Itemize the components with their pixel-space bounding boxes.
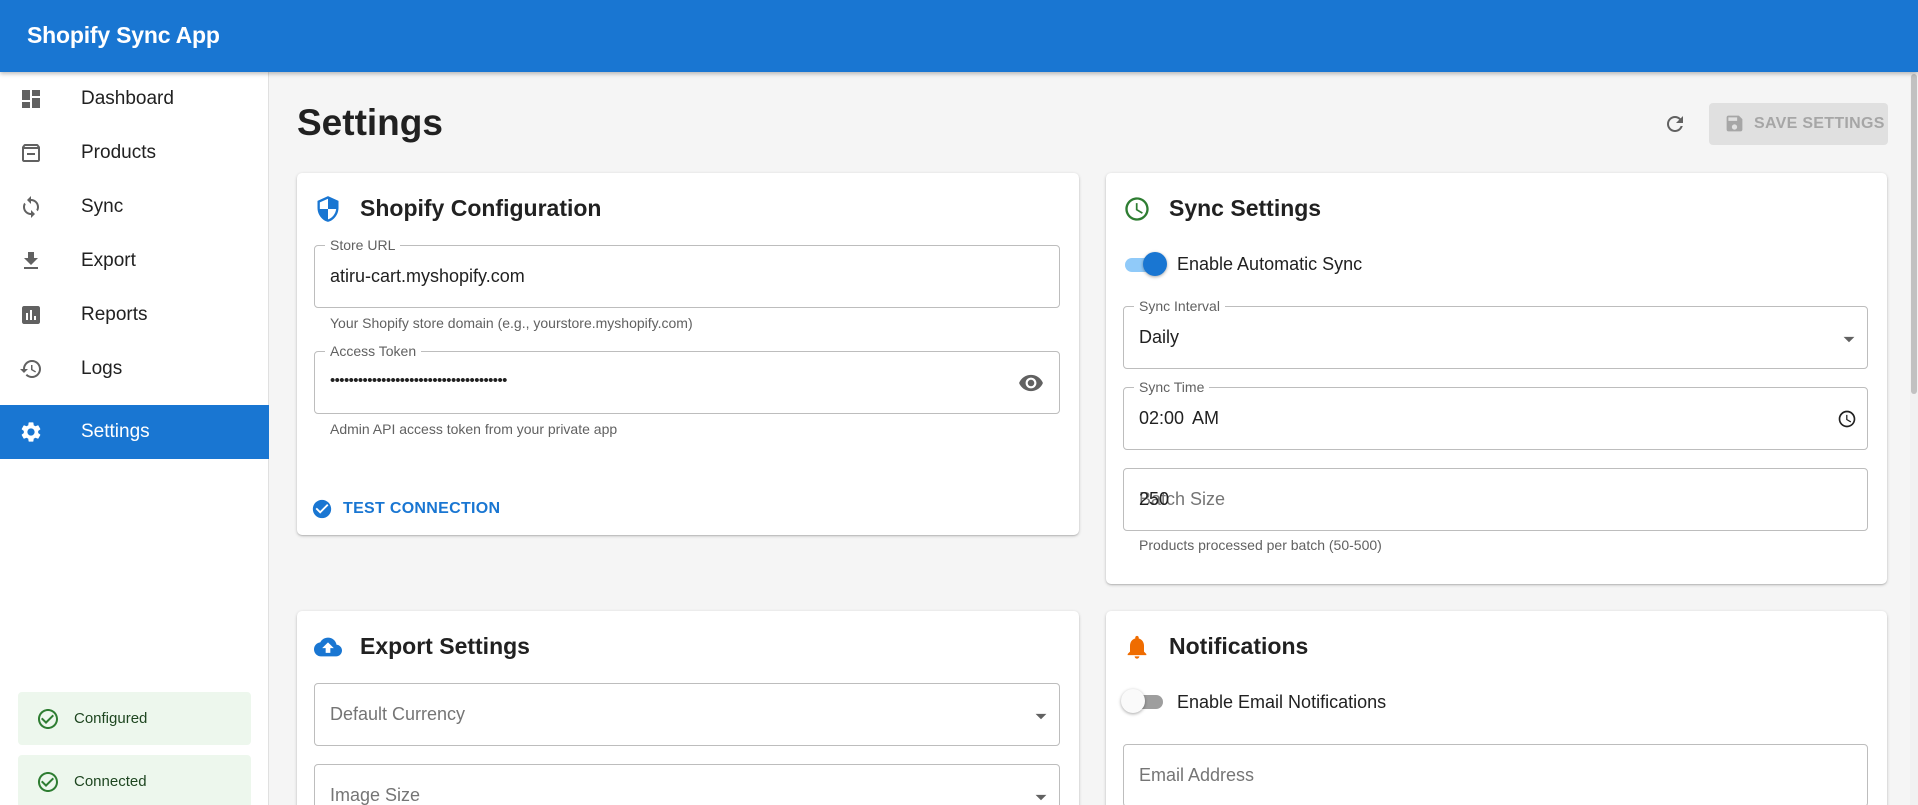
shopify-config-card: Shopify Configuration Store URL atiru-ca… [297,173,1079,535]
sidebar-item-label: Settings [81,421,150,442]
download-icon [19,249,43,273]
app-bar: Shopify Sync App [0,0,1918,72]
sidebar-item-products[interactable]: Products [0,126,269,180]
scrollbar-thumb[interactable] [1911,74,1917,394]
sidebar-item-label: Logs [81,358,123,379]
sync-time-value: 02:00 AM [1139,408,1220,428]
sync-interval-select[interactable]: Sync Interval Daily [1123,298,1868,369]
notifications-card: Notifications Enable Email Notifications… [1106,611,1887,805]
batch-size-value: 250 [1139,489,1170,509]
sidebar-item-settings[interactable]: Settings [0,405,269,459]
status-configured: Configured [18,692,251,745]
card-title: Export Settings [360,633,530,659]
store-url-field[interactable]: Store URL atiru-cart.myshopify.com [314,237,1060,308]
helper-text: Admin API access token from your private… [330,421,618,437]
dashboard-icon [19,87,43,111]
card-title: Notifications [1169,633,1309,659]
sidebar-item-label: Sync [81,196,124,217]
default-currency-placeholder: Default Currency [330,704,466,724]
image-size-placeholder: Image Size [330,785,421,805]
status-label: Configured [74,710,148,727]
page-scrollbar[interactable] [1910,72,1918,805]
field-label: Store URL [325,237,401,253]
check-circle-icon [36,707,60,731]
email-address-field[interactable]: Email Address [1123,744,1868,805]
cloud-upload-icon [314,633,342,661]
field-label: Access Token [325,343,422,359]
chevron-down-icon [1836,326,1862,352]
status-connected: Connected [18,755,251,805]
clock-icon[interactable] [1837,409,1857,429]
field-label: Sync Time [1134,379,1210,395]
field-label: Sync Interval [1134,298,1225,314]
save-button-label: SAVE SETTINGS [1754,115,1885,132]
clock-icon [1123,195,1151,223]
sync-time-field[interactable]: Sync Time 02:00 AM [1123,379,1868,450]
auto-sync-toggle[interactable] [1121,251,1167,277]
helper-text: Products processed per batch (50-500) [1139,537,1382,553]
sidebar: Dashboard Products Sync Export Reports L… [0,72,269,805]
export-settings-card: Export Settings Default Currency Image S… [297,611,1079,805]
refresh-icon [1667,116,1683,132]
image-size-select[interactable]: Image Size [314,764,1060,805]
sidebar-item-dashboard[interactable]: Dashboard [0,72,269,126]
email-notifications-toggle[interactable] [1121,688,1167,714]
toggle-label: Enable Email Notifications [1177,692,1387,712]
card-title: Sync Settings [1169,195,1322,221]
refresh-button[interactable] [1657,106,1693,142]
default-currency-select[interactable]: Default Currency [314,683,1060,746]
batch-size-field[interactable]: Batch Size 250 [1123,468,1868,531]
shield-icon [314,195,342,223]
sidebar-item-label: Export [81,250,136,271]
sidebar-item-label: Dashboard [81,88,174,109]
sidebar-item-reports[interactable]: Reports [0,288,269,342]
access-token-value: •••••••••••••••••••••••••••••••••••••• [330,372,507,389]
store-url-value: atiru-cart.myshopify.com [330,266,525,286]
toggle-thumb [1143,252,1167,276]
app-title: Shopify Sync App [27,22,220,48]
card-title: Shopify Configuration [360,195,602,221]
sync-interval-value: Daily [1139,327,1180,347]
access-token-field[interactable]: Access Token •••••••••••••••••••••••••••… [314,343,1060,414]
chevron-down-icon [1028,703,1054,729]
check-circle-icon [312,499,332,519]
gear-icon [19,420,43,444]
sidebar-item-sync[interactable]: Sync [0,180,269,234]
bar-chart-icon [19,303,43,327]
toggle-thumb [1121,689,1145,713]
helper-text: Your Shopify store domain (e.g., yoursto… [330,315,693,331]
toggle-label: Enable Automatic Sync [1177,254,1363,274]
chevron-down-icon [1028,784,1054,805]
history-icon [19,357,43,381]
sync-settings-card: Sync Settings Enable Automatic Sync Sync… [1106,173,1887,584]
save-button[interactable]: SAVE SETTINGS [1709,103,1888,145]
test-connection-label: TEST CONNECTION [343,500,501,517]
status-label: Connected [74,773,147,790]
archive-icon [19,141,43,165]
eye-icon[interactable] [1018,370,1044,396]
save-icon [1726,115,1743,132]
page-title: Settings [297,102,443,143]
sync-icon [19,195,43,219]
test-connection-button[interactable]: TEST CONNECTION [311,494,500,524]
sidebar-item-logs[interactable]: Logs [0,342,269,396]
sidebar-item-label: Reports [81,304,148,325]
email-address-placeholder: Email Address [1139,765,1255,785]
sidebar-item-label: Products [81,142,156,163]
main-content: Settings SAVE SETTINGS Shopify Configura… [269,72,1918,805]
check-circle-icon [36,770,60,794]
sidebar-item-export[interactable]: Export [0,234,269,288]
bell-icon [1123,633,1151,661]
